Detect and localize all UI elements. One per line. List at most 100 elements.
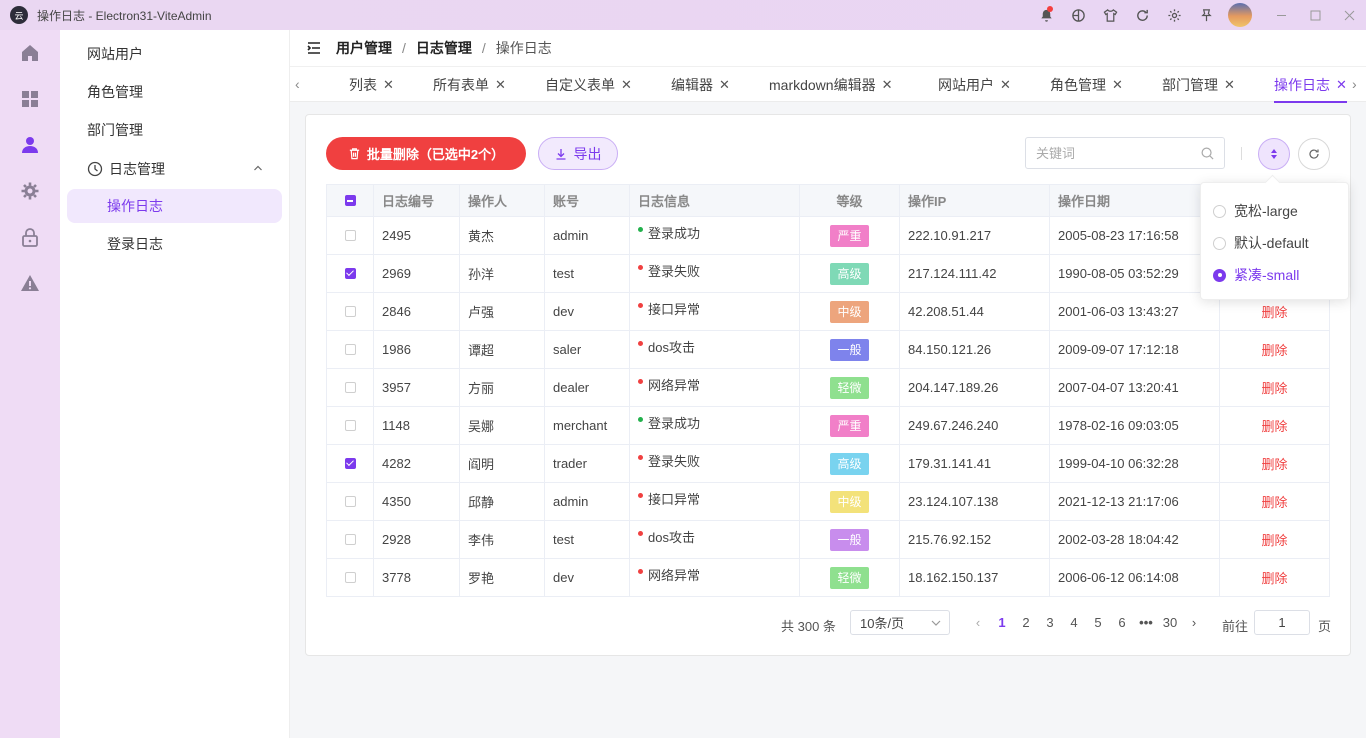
next-page-icon[interactable]: ›	[1184, 615, 1204, 630]
pin-icon[interactable]	[1190, 0, 1222, 30]
delete-link[interactable]: 删除	[1261, 492, 1287, 511]
refresh-icon[interactable]	[1126, 0, 1158, 30]
lock-icon[interactable]	[0, 214, 60, 260]
tab-custom-form[interactable]: 自定义表单 ✕	[545, 67, 632, 102]
row-checkbox[interactable]	[344, 382, 356, 393]
menu-item-site-users[interactable]: 网站用户	[60, 35, 289, 73]
table-refresh-button[interactable]	[1298, 138, 1330, 170]
menu-fold-icon[interactable]	[307, 41, 321, 55]
page-number[interactable]: 30	[1160, 615, 1180, 630]
close-icon[interactable]: ✕	[621, 77, 632, 93]
tab-departments[interactable]: 部门管理 ✕	[1162, 67, 1235, 102]
search-input[interactable]	[1036, 138, 1196, 168]
page-number[interactable]: 6	[1112, 615, 1132, 630]
column-header[interactable]: 日志信息	[630, 185, 800, 216]
page-number[interactable]: 2	[1016, 615, 1036, 630]
minimize-icon[interactable]	[1264, 0, 1298, 30]
row-checkbox[interactable]	[344, 230, 356, 241]
batch-delete-button[interactable]: 批量删除（已选中2个）	[326, 137, 526, 170]
radio-button[interactable]	[1213, 268, 1226, 282]
column-header[interactable]: 操作日期	[1050, 185, 1220, 216]
dashboard-icon[interactable]	[0, 76, 60, 122]
size-option-small[interactable]: 紧凑-small	[1213, 265, 1299, 285]
delete-link[interactable]: 删除	[1261, 378, 1287, 397]
table-row: 2846 卢强 dev 接口异常 中级 42.208.51.44 2001-06-03 13…	[327, 293, 1330, 331]
goto-label: 前往	[1222, 619, 1249, 634]
column-header[interactable]: 操作人	[460, 185, 545, 216]
row-checkbox[interactable]	[344, 344, 356, 355]
tab-scroll-left-icon[interactable]: ‹	[295, 76, 309, 92]
tab-editor[interactable]: 编辑器 ✕	[671, 67, 730, 102]
export-button[interactable]: 导出	[538, 137, 618, 170]
menu-item-operation-log[interactable]: 操作日志	[67, 189, 282, 223]
close-icon[interactable]: ✕	[882, 77, 893, 93]
sort-icon	[1271, 149, 1277, 159]
shirt-icon[interactable]	[1094, 0, 1126, 30]
gear-icon[interactable]	[1158, 0, 1190, 30]
page-number[interactable]: 1	[992, 615, 1012, 630]
row-checkbox[interactable]	[344, 268, 356, 279]
close-icon[interactable]: ✕	[495, 77, 506, 93]
row-checkbox[interactable]	[344, 306, 356, 317]
column-header[interactable]: 操作IP	[900, 185, 1050, 216]
page-number[interactable]: 5	[1088, 615, 1108, 630]
tab-scroll-right-icon[interactable]: ›	[1352, 76, 1366, 92]
theme-icon[interactable]	[1062, 0, 1094, 30]
column-header[interactable]: 日志编号	[374, 185, 460, 216]
column-header[interactable]: 账号	[545, 185, 630, 216]
menu-item-login-log[interactable]: 登录日志	[67, 227, 282, 261]
home-icon[interactable]	[0, 30, 60, 76]
maximize-icon[interactable]	[1298, 0, 1332, 30]
breadcrumb-item[interactable]: 用户管理	[336, 38, 392, 58]
size-option-large[interactable]: 宽松-large	[1213, 201, 1298, 221]
tab-site-users[interactable]: 网站用户 ✕	[938, 67, 1011, 102]
row-checkbox[interactable]	[344, 420, 356, 431]
close-icon[interactable]: ✕	[719, 77, 730, 93]
gear-icon[interactable]	[0, 168, 60, 214]
level-badge: 高级	[830, 452, 869, 475]
row-checkbox[interactable]	[344, 496, 356, 507]
tab-roles[interactable]: 角色管理 ✕	[1050, 67, 1123, 102]
close-icon[interactable]: ✕	[1224, 77, 1235, 93]
tab-markdown-editor[interactable]: markdown编辑器 ✕	[769, 67, 893, 102]
page-header: 用户管理 / 日志管理 / 操作日志	[290, 30, 1366, 66]
select-all-checkbox[interactable]	[344, 195, 356, 206]
delete-link[interactable]: 删除	[1261, 568, 1287, 587]
size-option-default[interactable]: 默认-default	[1213, 233, 1309, 253]
delete-link[interactable]: 删除	[1261, 302, 1287, 321]
delete-link[interactable]: 删除	[1261, 454, 1287, 473]
menu-item-roles[interactable]: 角色管理	[60, 73, 289, 111]
page-size-select[interactable]: 10条/页	[850, 610, 950, 635]
row-checkbox[interactable]	[344, 534, 356, 545]
warning-icon[interactable]	[0, 260, 60, 306]
delete-link[interactable]: 删除	[1261, 530, 1287, 549]
radio-button[interactable]	[1213, 204, 1226, 218]
prev-page-icon[interactable]: ‹	[968, 615, 988, 630]
user-icon[interactable]	[0, 122, 60, 168]
menu-item-departments[interactable]: 部门管理	[60, 111, 289, 149]
tab-all-forms[interactable]: 所有表单 ✕	[433, 67, 506, 102]
close-icon[interactable]: ✕	[1336, 77, 1347, 93]
avatar[interactable]	[1228, 3, 1252, 27]
column-header[interactable]: 等级	[800, 185, 900, 216]
tab-list[interactable]: 列表 ✕	[349, 67, 394, 102]
delete-link[interactable]: 删除	[1261, 416, 1287, 435]
row-checkbox[interactable]	[344, 458, 356, 469]
breadcrumb-item[interactable]: 日志管理	[416, 38, 472, 58]
close-icon[interactable]: ✕	[383, 77, 394, 93]
search-icon[interactable]	[1201, 147, 1214, 160]
menu-group-logs[interactable]: 日志管理	[60, 149, 289, 189]
close-icon[interactable]: ✕	[1112, 77, 1123, 93]
page-ellipsis[interactable]: •••	[1136, 615, 1156, 630]
delete-link[interactable]: 删除	[1261, 340, 1287, 359]
close-icon[interactable]: ✕	[1000, 77, 1011, 93]
close-icon[interactable]	[1332, 0, 1366, 30]
goto-page-input[interactable]: 1	[1254, 610, 1310, 635]
table-size-button[interactable]	[1258, 138, 1290, 170]
row-checkbox[interactable]	[344, 572, 356, 583]
tab-operation-log[interactable]: 操作日志 ✕	[1274, 67, 1347, 103]
radio-button[interactable]	[1213, 236, 1226, 250]
page-number[interactable]: 3	[1040, 615, 1060, 630]
bell-icon[interactable]	[1030, 0, 1062, 30]
page-number[interactable]: 4	[1064, 615, 1084, 630]
